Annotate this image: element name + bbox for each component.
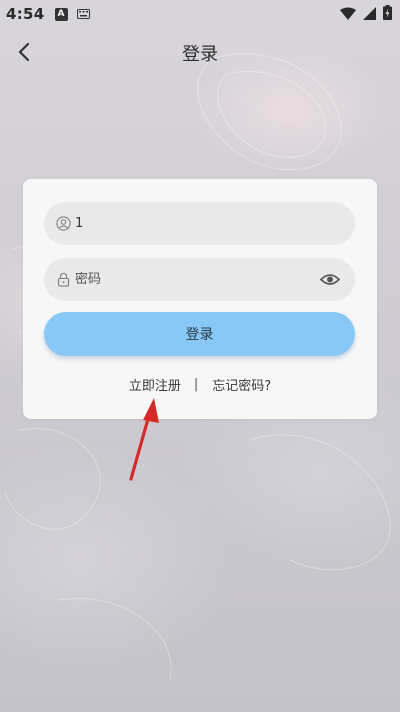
top-app-bar: 登录: [0, 30, 400, 74]
battery-charging-icon: [383, 4, 392, 24]
user-icon: [55, 216, 71, 232]
username-field[interactable]: [44, 202, 355, 245]
password-input[interactable]: [75, 272, 319, 287]
eye-icon[interactable]: [319, 269, 341, 291]
password-field[interactable]: [44, 258, 355, 301]
status-bar: 4:54 A: [0, 0, 400, 28]
lock-icon: [55, 272, 71, 288]
signal-icon: [363, 5, 376, 24]
notification-a-icon: A: [54, 7, 68, 21]
username-input[interactable]: [75, 216, 341, 231]
status-time: 4:54: [6, 5, 45, 23]
keyboard-icon: [76, 9, 90, 19]
link-separator: |: [193, 377, 199, 392]
register-link[interactable]: 立即注册: [129, 375, 181, 394]
login-button[interactable]: 登录: [44, 312, 355, 356]
status-indicators: [340, 4, 392, 24]
login-card: 登录 立即注册 | 忘记密码?: [23, 179, 377, 419]
wifi-icon: [340, 5, 356, 24]
page-title: 登录: [182, 44, 218, 65]
auth-links: 立即注册 | 忘记密码?: [23, 375, 377, 394]
forgot-password-link[interactable]: 忘记密码?: [212, 375, 271, 394]
